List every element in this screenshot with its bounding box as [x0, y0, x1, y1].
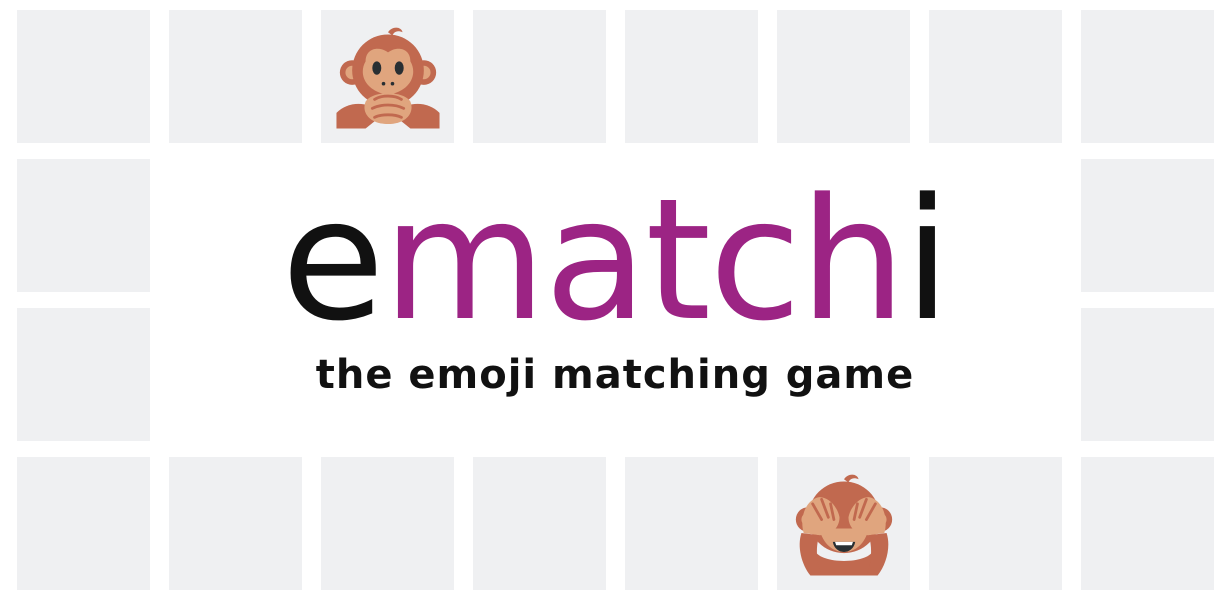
logo-letters-matc: matc [382, 162, 802, 358]
logo-letter-i: i [904, 162, 951, 358]
logo-tagline: the emoji matching game [315, 352, 915, 398]
card-tile[interactable] [169, 457, 302, 590]
card-tile[interactable] [625, 457, 758, 590]
card-tile[interactable] [777, 10, 910, 143]
card-tile[interactable] [929, 457, 1062, 590]
card-tile-revealed[interactable] [321, 10, 454, 143]
card-tile[interactable] [321, 457, 454, 590]
card-tile[interactable] [17, 10, 150, 143]
logo-wordmark: ematchi [150, 170, 1080, 350]
logo-letter-h: h [799, 162, 906, 358]
card-tile[interactable] [473, 457, 606, 590]
card-tile-revealed[interactable] [777, 457, 910, 590]
card-tile[interactable] [1081, 308, 1214, 441]
speak-no-evil-monkey-icon [335, 27, 440, 129]
card-tile[interactable] [17, 308, 150, 441]
card-tile[interactable] [1081, 10, 1214, 143]
card-tile[interactable] [929, 10, 1062, 143]
card-tile[interactable] [1081, 457, 1214, 590]
logo: ematchi the emoji matching game [150, 150, 1080, 440]
card-tile[interactable] [473, 10, 606, 143]
card-tile[interactable] [169, 10, 302, 143]
card-tile[interactable] [625, 10, 758, 143]
card-tile[interactable] [17, 159, 150, 292]
card-tile[interactable] [17, 457, 150, 590]
logo-letter-e: e [281, 162, 384, 358]
see-no-evil-monkey-icon [795, 474, 892, 576]
card-tile[interactable] [1081, 159, 1214, 292]
